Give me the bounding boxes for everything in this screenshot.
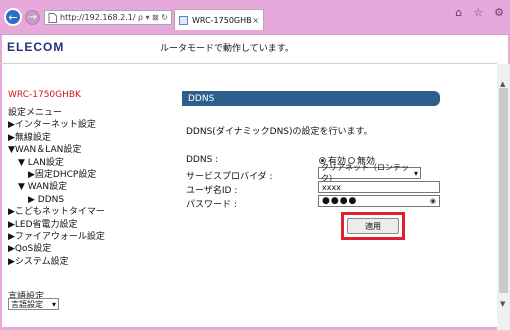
scrollbar-thumb[interactable] — [499, 88, 508, 293]
back-button[interactable]: ← — [4, 8, 22, 26]
apply-button[interactable]: 適用 — [347, 218, 399, 234]
menu-item-ddns[interactable]: ▶ DDNS — [8, 194, 105, 206]
apply-highlight: 適用 — [341, 212, 405, 240]
menu-item-system[interactable]: ▶システム設定 — [8, 256, 105, 268]
section-title: DDNS — [188, 93, 215, 104]
window-frame-left — [0, 35, 2, 330]
home-icon[interactable]: ⌂ — [455, 6, 462, 19]
back-arrow-icon: ← — [8, 10, 18, 24]
menu-item-internet[interactable]: ▶インターネット設定 — [8, 119, 105, 131]
forward-arrow-icon: → — [28, 12, 37, 23]
page-icon — [48, 12, 57, 23]
username-value: xxxx — [322, 182, 341, 192]
ddns-label: DDNS : — [186, 155, 219, 165]
menu-item-lan[interactable]: ▼ LAN設定 — [8, 157, 105, 169]
favicon-icon — [179, 15, 188, 25]
reveal-password-icon[interactable]: ◉ — [430, 197, 436, 205]
address-bar[interactable]: http://192.168.2.1/ ρ ▾ ⊠ ↻ — [44, 10, 172, 25]
menu-item-qos[interactable]: ▶QoS設定 — [8, 243, 105, 255]
section-title-bar: DDNS — [182, 91, 440, 106]
password-label: パスワード : — [186, 200, 237, 210]
menu-item-wan-lan[interactable]: ▼WAN＆LAN設定 — [8, 144, 105, 156]
language-select[interactable]: 言語設定 ▾ — [8, 298, 59, 310]
provider-select[interactable]: クリアネット（ロンテック） ▾ — [318, 163, 421, 183]
browser-tab[interactable]: WRC-1750GHBK × — [174, 9, 264, 30]
menu-item-wan[interactable]: ▼ WAN設定 — [8, 181, 105, 193]
menu-item-fixed-dhcp[interactable]: ▶固定DHCP設定 — [8, 169, 105, 181]
model-name: WRC-1750GHBK — [8, 90, 81, 100]
scroll-down-icon[interactable]: ▼ — [500, 300, 505, 308]
username-label: ユーザ名ID : — [186, 186, 238, 196]
forward-button[interactable]: → — [25, 10, 40, 25]
favorites-star-icon[interactable]: ☆ — [473, 6, 483, 19]
header-divider — [0, 63, 497, 64]
menu-item-firewall[interactable]: ▶ファイアウォール設定 — [8, 231, 105, 243]
address-tools-icon[interactable]: ρ ▾ ⊠ ↻ — [138, 13, 168, 22]
mode-status-text: ルータモードで動作しています。 — [160, 44, 294, 54]
menu-item-wireless[interactable]: ▶無線設定 — [8, 132, 105, 144]
settings-menu: 設定メニュー ▶インターネット設定 ▶無線設定 ▼WAN＆LAN設定 ▼ LAN… — [8, 107, 105, 268]
menu-item-led-power[interactable]: ▶LED省電力設定 — [8, 219, 105, 231]
chevron-down-icon: ▾ — [51, 299, 56, 309]
chevron-down-icon: ▾ — [413, 168, 418, 178]
language-select-value: 言語設定 — [11, 299, 43, 309]
url-text: http://192.168.2.1/ — [60, 13, 136, 22]
apply-button-label: 適用 — [365, 221, 381, 231]
ddns-description: DDNS(ダイナミックDNS)の設定を行います。 — [186, 127, 373, 137]
menu-item-kids-timer[interactable]: ▶こどもネットタイマー — [8, 206, 105, 218]
tab-title: WRC-1750GHBK — [192, 15, 253, 25]
username-field[interactable]: xxxx — [318, 181, 440, 193]
elecom-logo: ELECOM — [7, 40, 65, 54]
provider-label: サービスプロバイダ : — [186, 172, 273, 182]
scroll-up-icon[interactable]: ▲ — [500, 80, 505, 88]
settings-gear-icon[interactable]: ⚙ — [494, 6, 504, 19]
browser-controls: ⌂ ☆ ⚙ — [455, 6, 504, 19]
menu-title: 設定メニュー — [8, 108, 63, 118]
password-value: ●●●● — [322, 196, 358, 206]
tab-close-icon[interactable]: × — [252, 16, 259, 25]
password-field[interactable]: ●●●● ◉ — [318, 195, 440, 207]
toolbar-divider — [0, 34, 510, 35]
